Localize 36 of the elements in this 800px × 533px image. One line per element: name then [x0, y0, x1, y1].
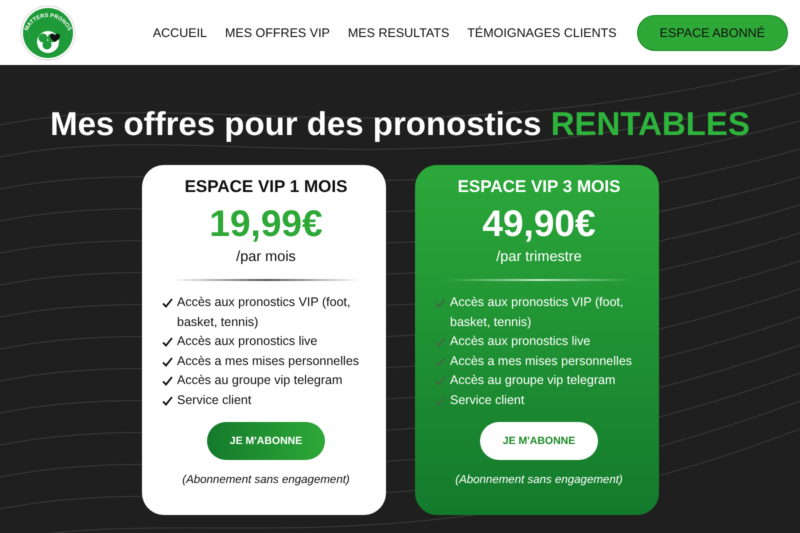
hero-title: Mes offres pour des pronostics RENTABLES — [50, 105, 750, 143]
plan-name: ESPACE VIP 3 MOIS — [458, 177, 620, 197]
check-icon — [162, 356, 173, 366]
subscribe-button[interactable]: JE M'ABONNE — [480, 422, 598, 460]
nav-link[interactable]: MES RESULTATS — [348, 26, 450, 40]
plan-note: (Abonnement sans engagement) — [182, 474, 350, 486]
feature-text: Service client — [177, 392, 252, 408]
plan-name: ESPACE VIP 1 MOIS — [184, 177, 348, 197]
plan-price: 19,99€ — [209, 203, 323, 245]
check-icon — [162, 337, 173, 347]
subscribe-button[interactable]: JE M'ABONNE — [207, 422, 325, 460]
plan-note: (Abonnement sans engagement) — [455, 474, 623, 486]
plan-price: 49,90€ — [482, 203, 596, 245]
check-icon — [435, 337, 446, 347]
plan-period: /par mois — [236, 249, 296, 265]
subscriber-area-button[interactable]: ESPACE ABONNÉ — [636, 14, 788, 50]
check-icon — [435, 376, 446, 386]
feature-text: Accès a mes mises personnelles — [450, 352, 632, 370]
plan-period: /par trimestre — [496, 249, 582, 265]
feature-text: Accès au groupe vip telegram — [177, 372, 342, 389]
feature-text: Accès a mes mises personnelles — [177, 352, 360, 370]
check-icon — [162, 376, 173, 386]
feature-text: Accès aux pronostics live — [450, 333, 590, 350]
check-icon — [162, 396, 173, 406]
nav-link[interactable]: MES OFFRES VIP — [225, 26, 330, 40]
feature-text: Accès aux pronostics live — [177, 333, 318, 350]
nav-link[interactable]: ACCUEIL — [152, 26, 207, 40]
feature-text: Service client — [450, 392, 524, 408]
check-icon — [435, 356, 446, 366]
feature-text: Accès aux pronostics VIP (foot, basket, tennis) — [450, 294, 624, 331]
feature-text: Accès au groupe vip telegram — [450, 372, 616, 389]
feature-text: Accès aux pronostics VIP (foot, basket, tennis) — [177, 294, 352, 331]
check-icon — [435, 298, 446, 308]
check-icon — [162, 298, 173, 308]
check-icon — [435, 396, 446, 406]
nav-link[interactable]: TÉMOIGNAGES CLIENTS — [467, 26, 617, 40]
